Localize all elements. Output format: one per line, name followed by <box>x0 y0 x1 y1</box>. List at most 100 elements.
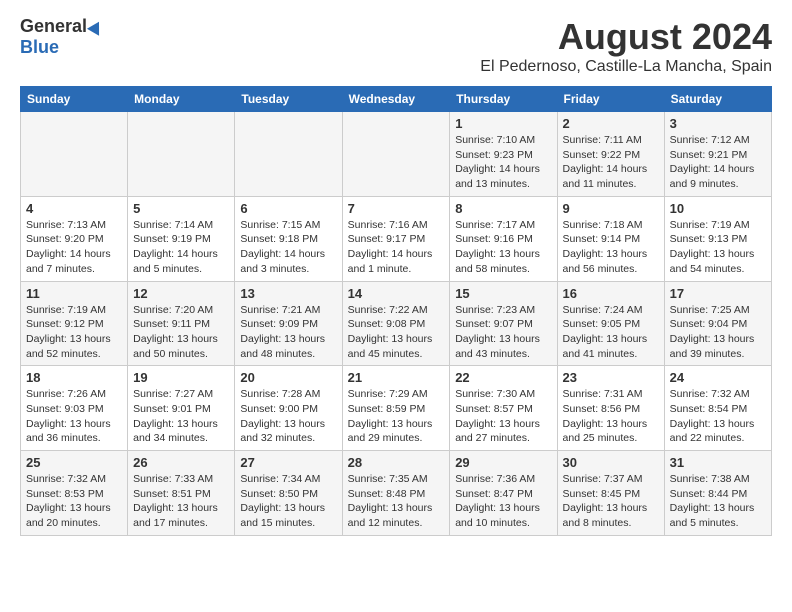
calendar-cell <box>128 112 235 197</box>
calendar-cell: 1 Sunrise: 7:10 AM Sunset: 9:23 PM Daylig… <box>450 112 557 197</box>
calendar-cell: 4 Sunrise: 7:13 AM Sunset: 9:20 PM Daylig… <box>21 196 128 281</box>
day-info: Sunrise: 7:18 AM Sunset: 9:14 PM Dayligh… <box>563 218 659 277</box>
day-info: Sunrise: 7:33 AM Sunset: 8:51 PM Dayligh… <box>133 472 229 531</box>
day-number: 27 <box>240 455 336 470</box>
calendar-cell: 15 Sunrise: 7:23 AM Sunset: 9:07 PM Dayli… <box>450 281 557 366</box>
calendar-cell: 27 Sunrise: 7:34 AM Sunset: 8:50 PM Dayli… <box>235 451 342 536</box>
title-area: August 2024 El Pedernoso, Castille-La Ma… <box>480 16 772 76</box>
day-number: 11 <box>26 286 122 301</box>
day-info: Sunrise: 7:13 AM Sunset: 9:20 PM Dayligh… <box>26 218 122 277</box>
calendar-week-row: 25 Sunrise: 7:32 AM Sunset: 8:53 PM Dayli… <box>21 451 772 536</box>
calendar-cell: 17 Sunrise: 7:25 AM Sunset: 9:04 PM Dayli… <box>664 281 771 366</box>
day-info: Sunrise: 7:31 AM Sunset: 8:56 PM Dayligh… <box>563 387 659 446</box>
day-info: Sunrise: 7:11 AM Sunset: 9:22 PM Dayligh… <box>563 133 659 192</box>
calendar-cell: 31 Sunrise: 7:38 AM Sunset: 8:44 PM Dayli… <box>664 451 771 536</box>
logo-blue-text: Blue <box>20 37 59 58</box>
calendar-cell: 26 Sunrise: 7:33 AM Sunset: 8:51 PM Dayli… <box>128 451 235 536</box>
day-number: 15 <box>455 286 551 301</box>
day-number: 21 <box>348 370 445 385</box>
day-number: 23 <box>563 370 659 385</box>
calendar-cell: 19Sunrise: 7:27 AM Sunset: 9:01 PM Dayli… <box>128 366 235 451</box>
day-number: 20 <box>240 370 336 385</box>
calendar-header-saturday: Saturday <box>664 87 771 112</box>
logo-general-text: General <box>20 16 87 37</box>
day-info: Sunrise: 7:25 AM Sunset: 9:04 PM Dayligh… <box>670 303 766 362</box>
day-number: 13 <box>240 286 336 301</box>
day-number: 4 <box>26 201 122 216</box>
logo-triangle-icon <box>87 18 105 35</box>
day-info: Sunrise: 7:12 AM Sunset: 9:21 PM Dayligh… <box>670 133 766 192</box>
calendar-cell: 24 Sunrise: 7:32 AM Sunset: 8:54 PM Dayli… <box>664 366 771 451</box>
calendar-cell: 28 Sunrise: 7:35 AM Sunset: 8:48 PM Dayli… <box>342 451 450 536</box>
calendar-cell: 12 Sunrise: 7:20 AM Sunset: 9:11 PM Dayli… <box>128 281 235 366</box>
day-info: Sunrise: 7:23 AM Sunset: 9:07 PM Dayligh… <box>455 303 551 362</box>
calendar-cell: 14Sunrise: 7:22 AM Sunset: 9:08 PM Dayli… <box>342 281 450 366</box>
day-number: 31 <box>670 455 766 470</box>
logo: General Blue <box>20 16 103 58</box>
day-number: 24 <box>670 370 766 385</box>
calendar-cell: 8Sunrise: 7:17 AM Sunset: 9:16 PM Daylig… <box>450 196 557 281</box>
calendar-week-row: 18Sunrise: 7:26 AM Sunset: 9:03 PM Dayli… <box>21 366 772 451</box>
calendar-cell <box>21 112 128 197</box>
calendar-header-sunday: Sunday <box>21 87 128 112</box>
calendar-cell: 30Sunrise: 7:37 AM Sunset: 8:45 PM Dayli… <box>557 451 664 536</box>
calendar-cell: 7 Sunrise: 7:16 AM Sunset: 9:17 PM Daylig… <box>342 196 450 281</box>
day-info: Sunrise: 7:35 AM Sunset: 8:48 PM Dayligh… <box>348 472 445 531</box>
calendar-cell: 6 Sunrise: 7:15 AM Sunset: 9:18 PM Daylig… <box>235 196 342 281</box>
day-info: Sunrise: 7:14 AM Sunset: 9:19 PM Dayligh… <box>133 218 229 277</box>
calendar-cell: 21 Sunrise: 7:29 AM Sunset: 8:59 PM Dayli… <box>342 366 450 451</box>
day-info: Sunrise: 7:29 AM Sunset: 8:59 PM Dayligh… <box>348 387 445 446</box>
day-info: Sunrise: 7:28 AM Sunset: 9:00 PM Dayligh… <box>240 387 336 446</box>
day-info: Sunrise: 7:30 AM Sunset: 8:57 PM Dayligh… <box>455 387 551 446</box>
day-number: 18 <box>26 370 122 385</box>
calendar-header-tuesday: Tuesday <box>235 87 342 112</box>
day-info: Sunrise: 7:24 AM Sunset: 9:05 PM Dayligh… <box>563 303 659 362</box>
day-info: Sunrise: 7:19 AM Sunset: 9:13 PM Dayligh… <box>670 218 766 277</box>
day-number: 17 <box>670 286 766 301</box>
calendar-cell: 9 Sunrise: 7:18 AM Sunset: 9:14 PM Daylig… <box>557 196 664 281</box>
calendar-cell: 13Sunrise: 7:21 AM Sunset: 9:09 PM Dayli… <box>235 281 342 366</box>
day-number: 2 <box>563 116 659 131</box>
calendar-cell: 29 Sunrise: 7:36 AM Sunset: 8:47 PM Dayli… <box>450 451 557 536</box>
day-info: Sunrise: 7:34 AM Sunset: 8:50 PM Dayligh… <box>240 472 336 531</box>
day-number: 10 <box>670 201 766 216</box>
day-info: Sunrise: 7:38 AM Sunset: 8:44 PM Dayligh… <box>670 472 766 531</box>
day-number: 19 <box>133 370 229 385</box>
day-number: 16 <box>563 286 659 301</box>
day-number: 28 <box>348 455 445 470</box>
day-info: Sunrise: 7:19 AM Sunset: 9:12 PM Dayligh… <box>26 303 122 362</box>
page-header: General Blue August 2024 El Pedernoso, C… <box>20 16 772 76</box>
day-info: Sunrise: 7:32 AM Sunset: 8:53 PM Dayligh… <box>26 472 122 531</box>
calendar-cell: 2 Sunrise: 7:11 AM Sunset: 9:22 PM Daylig… <box>557 112 664 197</box>
calendar-table: SundayMondayTuesdayWednesdayThursdayFrid… <box>20 86 772 536</box>
calendar-cell <box>235 112 342 197</box>
day-number: 29 <box>455 455 551 470</box>
day-number: 25 <box>26 455 122 470</box>
day-number: 9 <box>563 201 659 216</box>
calendar-header-monday: Monday <box>128 87 235 112</box>
day-info: Sunrise: 7:10 AM Sunset: 9:23 PM Dayligh… <box>455 133 551 192</box>
calendar-header-thursday: Thursday <box>450 87 557 112</box>
calendar-cell: 3 Sunrise: 7:12 AM Sunset: 9:21 PM Daylig… <box>664 112 771 197</box>
calendar-header-row: SundayMondayTuesdayWednesdayThursdayFrid… <box>21 87 772 112</box>
day-info: Sunrise: 7:36 AM Sunset: 8:47 PM Dayligh… <box>455 472 551 531</box>
calendar-cell: 11 Sunrise: 7:19 AM Sunset: 9:12 PM Dayli… <box>21 281 128 366</box>
day-number: 14 <box>348 286 445 301</box>
day-number: 1 <box>455 116 551 131</box>
day-info: Sunrise: 7:15 AM Sunset: 9:18 PM Dayligh… <box>240 218 336 277</box>
day-info: Sunrise: 7:20 AM Sunset: 9:11 PM Dayligh… <box>133 303 229 362</box>
day-info: Sunrise: 7:16 AM Sunset: 9:17 PM Dayligh… <box>348 218 445 277</box>
day-info: Sunrise: 7:32 AM Sunset: 8:54 PM Dayligh… <box>670 387 766 446</box>
day-number: 5 <box>133 201 229 216</box>
day-number: 6 <box>240 201 336 216</box>
day-number: 12 <box>133 286 229 301</box>
calendar-cell: 5 Sunrise: 7:14 AM Sunset: 9:19 PM Daylig… <box>128 196 235 281</box>
day-number: 8 <box>455 201 551 216</box>
day-number: 7 <box>348 201 445 216</box>
calendar-week-row: 1 Sunrise: 7:10 AM Sunset: 9:23 PM Daylig… <box>21 112 772 197</box>
day-number: 3 <box>670 116 766 131</box>
calendar-cell: 20 Sunrise: 7:28 AM Sunset: 9:00 PM Dayli… <box>235 366 342 451</box>
page-title: August 2024 <box>480 16 772 58</box>
calendar-week-row: 4 Sunrise: 7:13 AM Sunset: 9:20 PM Daylig… <box>21 196 772 281</box>
day-number: 26 <box>133 455 229 470</box>
